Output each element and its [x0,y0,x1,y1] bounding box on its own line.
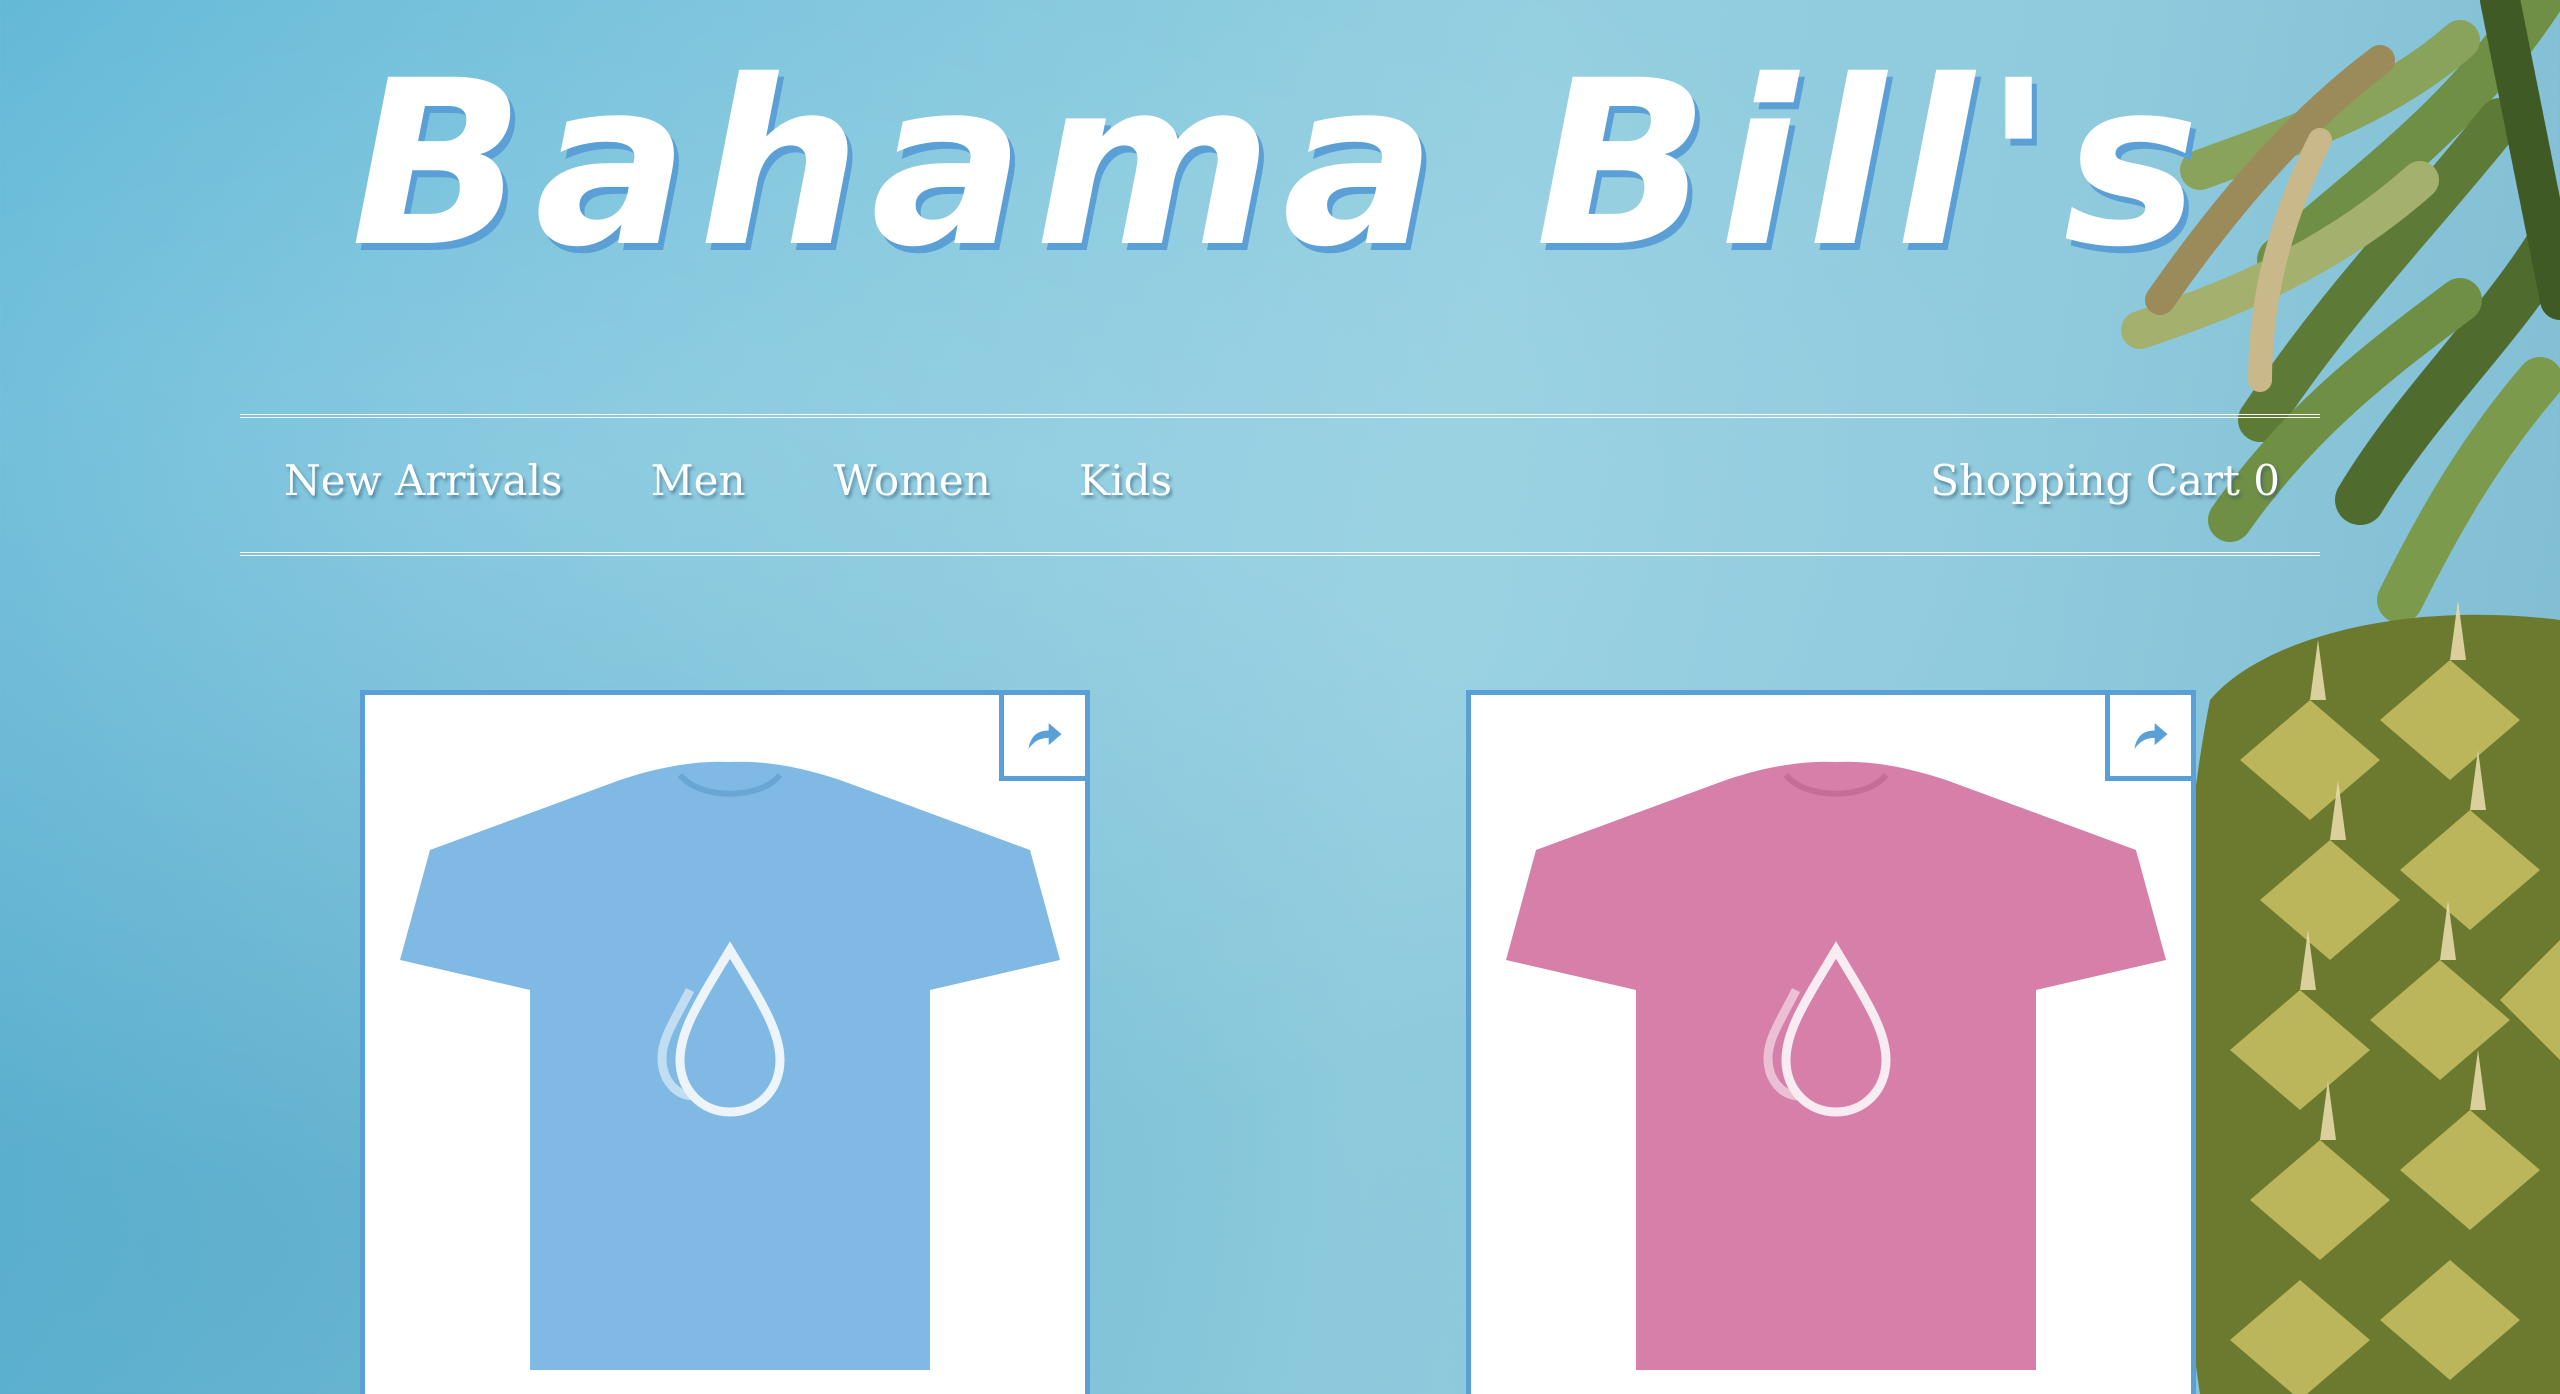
product-image[interactable] [1496,740,2176,1390]
product-card[interactable] [360,690,1090,1394]
product-card[interactable] [1466,690,2196,1394]
nav-item-new-arrivals[interactable]: New Arrivals [284,456,563,505]
nav-links: New Arrivals Men Women Kids [284,456,1172,505]
nav-item-men[interactable]: Men [651,456,746,505]
tshirt-image [400,761,1060,1370]
nav-item-kids[interactable]: Kids [1079,456,1172,505]
nav-item-women[interactable]: Women [834,456,991,505]
product-image[interactable] [390,740,1070,1390]
main-nav: New Arrivals Men Women Kids Shopping Car… [240,414,2320,556]
shopping-cart-link[interactable]: Shopping Cart 0 [1930,456,2280,505]
tshirt-image [1506,761,2166,1370]
brand-title: Bahama Bill's [350,31,2210,297]
